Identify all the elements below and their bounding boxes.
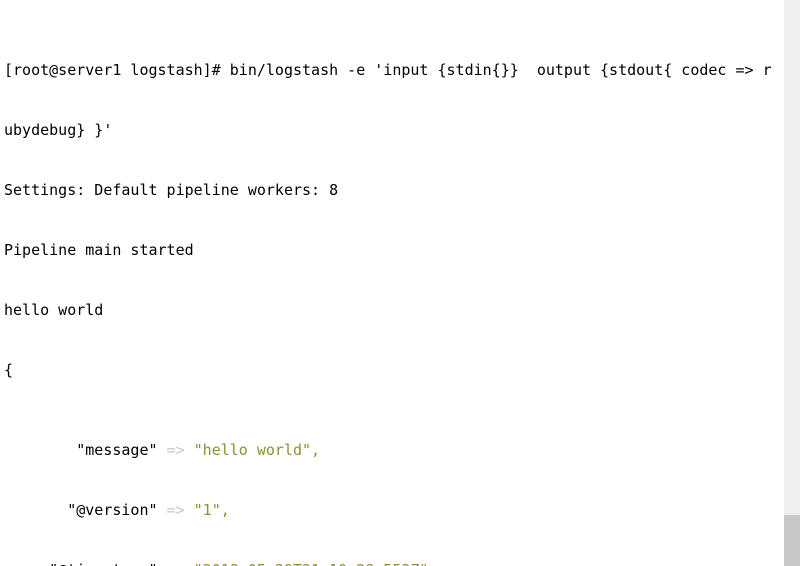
line-text: hello world — [4, 301, 104, 319]
line-text: Settings: Default pipeline workers: 8 — [4, 181, 339, 199]
terminal-line: hello world — [0, 300, 784, 320]
vertical-scrollbar[interactable] — [784, 0, 800, 566]
line-text: Pipeline main started — [4, 241, 194, 259]
terminal-line-kv: "message" => "hello world", — [0, 440, 784, 460]
line-text: ubydebug} }' — [4, 121, 113, 139]
hashrocket-icon: => — [157, 441, 194, 459]
terminal-line: Settings: Default pipeline workers: 8 — [0, 180, 784, 200]
scrollbar-thumb[interactable] — [784, 515, 800, 566]
json-value: "2018-05-29T21:10:28.553Z", — [194, 561, 438, 566]
json-key: "message" — [4, 441, 158, 459]
json-key: "@version" — [4, 501, 158, 519]
hashrocket-icon: => — [157, 501, 194, 519]
json-value: "hello world", — [193, 441, 321, 459]
json-value: "1", — [193, 501, 230, 519]
terminal-line-kv: "@version" => "1", — [0, 500, 784, 520]
terminal-line: ubydebug} }' — [0, 120, 784, 140]
terminal-line-kv: "@timestamp" => "2018-05-29T21:10:28.553… — [0, 560, 784, 566]
line-text: { — [4, 361, 14, 379]
terminal-line: Pipeline main started — [0, 240, 784, 260]
terminal-screen[interactable]: [root@server1 logstash]# bin/logstash -e… — [0, 0, 784, 566]
terminal-window[interactable]: [root@server1 logstash]# bin/logstash -e… — [0, 0, 800, 566]
json-key: "@timestamp" — [4, 561, 157, 566]
hashrocket-icon: => — [158, 561, 194, 566]
terminal-line: { — [0, 360, 784, 380]
terminal-line: [root@server1 logstash]# bin/logstash -e… — [0, 60, 784, 80]
line-text: [root@server1 logstash]# bin/logstash -e… — [4, 61, 772, 79]
